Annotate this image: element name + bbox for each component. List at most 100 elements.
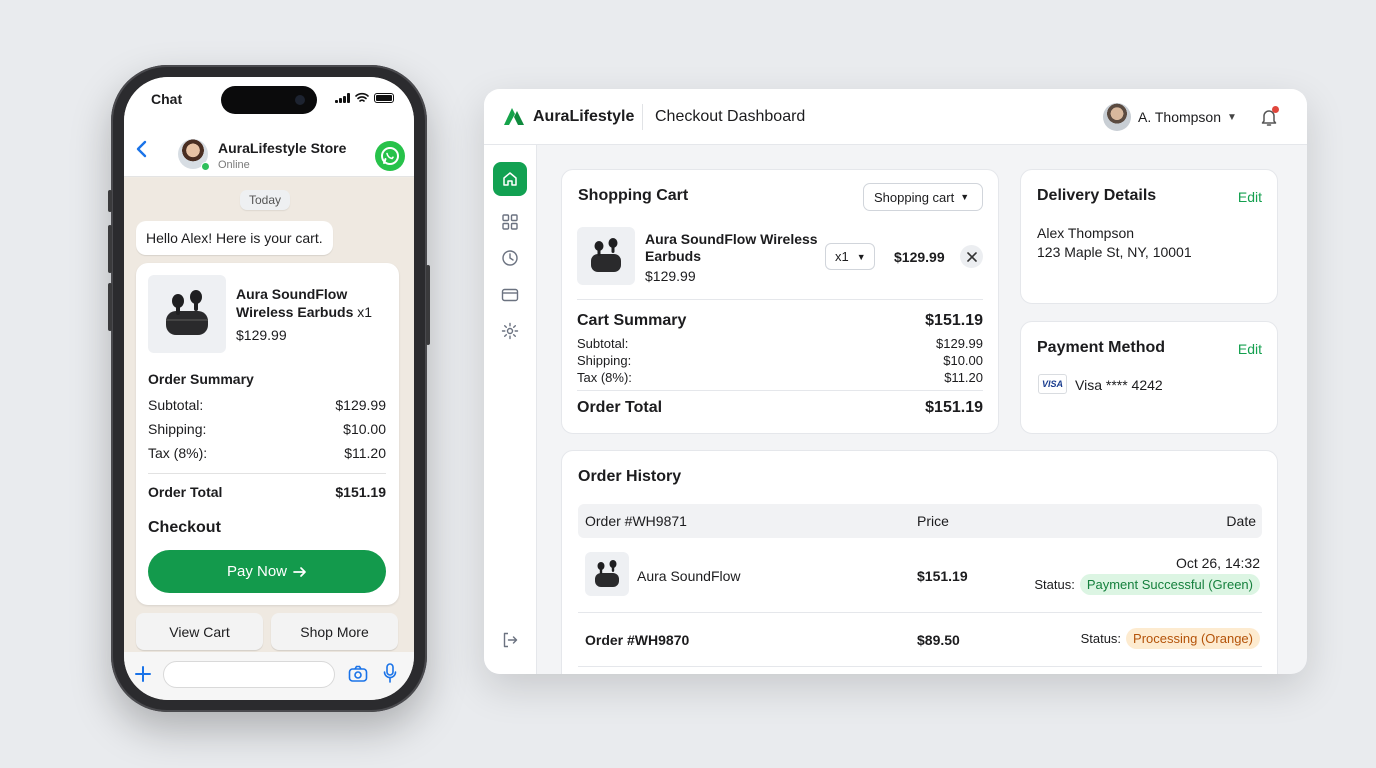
whatsapp-icon[interactable]: [375, 141, 405, 171]
grid-icon[interactable]: [493, 205, 527, 239]
cart-summary-total: $151.19: [925, 312, 983, 329]
order-item-image: [585, 552, 629, 596]
settings-icon[interactable]: [493, 314, 527, 348]
checkout-label: Checkout: [148, 519, 221, 536]
online-indicator: [201, 162, 210, 171]
product-title: Aura SoundFlow Wireless Earbuds x1: [236, 285, 386, 321]
signal-icon: [335, 92, 350, 103]
summary-value: $129.99: [335, 397, 386, 413]
cart-view-select[interactable]: Shopping cart ▼: [863, 183, 983, 211]
summary-value: $10.00: [943, 353, 983, 368]
product-name: Aura SoundFlow Wireless Earbuds: [236, 286, 354, 320]
order-history-header: Order #WH9871 Price Date: [578, 504, 1262, 538]
status-icons: [335, 92, 394, 103]
order-history-title: Order History: [578, 468, 682, 485]
header-divider: [642, 104, 643, 130]
battery-icon: [374, 92, 394, 103]
summary-value: $129.99: [936, 336, 983, 351]
wifi-icon: [355, 92, 369, 102]
edit-delivery-link[interactable]: Edit: [1238, 189, 1262, 205]
visa-card-icon: VISA: [1038, 374, 1067, 394]
status-bar: Chat: [124, 77, 414, 125]
status-badge: Payment Successful (Green): [1079, 574, 1260, 595]
card-icon[interactable]: [493, 278, 527, 312]
order-number: Order #WH9870: [585, 632, 690, 648]
chat-header: AuraLifestyle Store Online: [124, 125, 414, 177]
remove-item-button[interactable]: [960, 245, 983, 268]
brand-logo-icon[interactable]: [502, 105, 526, 127]
microphone-icon[interactable]: [383, 663, 397, 683]
chat-input-bar: [124, 652, 414, 700]
status-label: Chat: [151, 91, 183, 107]
clock-icon[interactable]: [493, 241, 527, 275]
cart-summary-row-subtotal: Subtotal: $129.99: [577, 336, 983, 351]
order-status: Status: Processing (Orange): [1081, 628, 1260, 649]
cart-summary-row-tax: Tax (8%): $11.20: [577, 370, 983, 385]
brand-name[interactable]: AuraLifestyle: [533, 108, 634, 126]
delivery-details-title: Delivery Details: [1037, 187, 1157, 204]
product-quantity: x1: [357, 304, 373, 320]
payment-method-title: Payment Method: [1037, 339, 1166, 356]
order-price: $89.50: [917, 632, 960, 648]
shopping-cart-title: Shopping Cart: [578, 187, 689, 204]
divider: [577, 299, 983, 300]
logout-icon[interactable]: [493, 623, 527, 657]
cart-summary-header: Cart Summary $151.19: [577, 312, 983, 330]
mute-switch: [108, 190, 112, 212]
cart-summary-title: Cart Summary: [577, 312, 687, 329]
payment-card: Visa **** 4242: [1075, 377, 1163, 393]
user-menu[interactable]: A. Thompson: [1138, 109, 1221, 125]
cart-summary-row-shipping: Shipping: $10.00: [577, 353, 983, 368]
order-total-label: Order Total: [577, 399, 663, 416]
arrow-right-icon: [293, 566, 306, 577]
quantity-select[interactable]: x1 ▼: [825, 243, 875, 270]
user-avatar[interactable]: [1103, 103, 1131, 131]
status-label: Status:: [1080, 631, 1122, 646]
summary-value: $11.20: [344, 445, 386, 461]
power-button: [426, 265, 430, 345]
volume-up-button: [108, 225, 112, 273]
order-total-label: Order Total: [148, 484, 223, 500]
date-chip: Today: [240, 190, 291, 210]
message-input[interactable]: [163, 661, 335, 688]
cart-item-name: Aura SoundFlow Wireless Earbuds: [645, 231, 818, 264]
pay-now-button[interactable]: Pay Now: [148, 550, 386, 593]
chevron-down-icon: ▼: [856, 251, 866, 262]
close-icon: [966, 251, 977, 262]
shop-more-button[interactable]: Shop More: [271, 613, 398, 650]
summary-label: Subtotal:: [148, 397, 204, 413]
summary-label: Tax (8%):: [148, 445, 208, 461]
product-price: $129.99: [236, 327, 287, 343]
order-total-value: $151.19: [925, 399, 983, 416]
order-price: $151.19: [917, 568, 968, 584]
summary-label: Shipping:: [148, 421, 207, 437]
payment-method-card: Payment Method Edit VISA Visa **** 4242: [1020, 321, 1278, 434]
store-name: AuraLifestyle Store: [218, 140, 347, 156]
summary-row-tax: Tax (8%): $11.20: [148, 445, 386, 461]
back-arrow-icon[interactable]: [132, 137, 152, 161]
summary-row-subtotal: Subtotal: $129.99: [148, 397, 386, 413]
checkout-dashboard: AuraLifestyle Checkout Dashboard A. Thom…: [484, 89, 1307, 674]
status-label: Status:: [1034, 577, 1075, 592]
order-date: Oct 26, 14:32: [1175, 555, 1260, 571]
phone-screen: Chat AuraLifestyle Store Online Today He…: [124, 77, 414, 700]
notification-badge: [1272, 106, 1279, 113]
order-total-row: Order Total $151.19: [148, 484, 386, 500]
dynamic-island: [221, 86, 317, 114]
quantity-value: x1: [835, 249, 849, 264]
view-cart-button[interactable]: View Cart: [136, 613, 263, 650]
volume-down-button: [108, 283, 112, 331]
home-icon[interactable]: [493, 162, 527, 196]
pay-now-label: Pay Now: [226, 563, 288, 580]
summary-row-shipping: Shipping: $10.00: [148, 421, 386, 437]
edit-payment-link[interactable]: Edit: [1238, 341, 1262, 357]
cart-item-price: $129.99: [645, 268, 696, 284]
chevron-down-icon[interactable]: ▼: [1227, 112, 1237, 123]
camera-icon[interactable]: [348, 665, 368, 683]
summary-label: Subtotal:: [577, 336, 629, 351]
dashboard-header: AuraLifestyle Checkout Dashboard A. Thom…: [484, 89, 1307, 145]
summary-value: $10.00: [343, 421, 386, 437]
summary-value: $11.20: [944, 370, 983, 385]
plus-icon[interactable]: [134, 665, 152, 683]
phone-mockup: Chat AuraLifestyle Store Online Today He…: [108, 65, 430, 712]
